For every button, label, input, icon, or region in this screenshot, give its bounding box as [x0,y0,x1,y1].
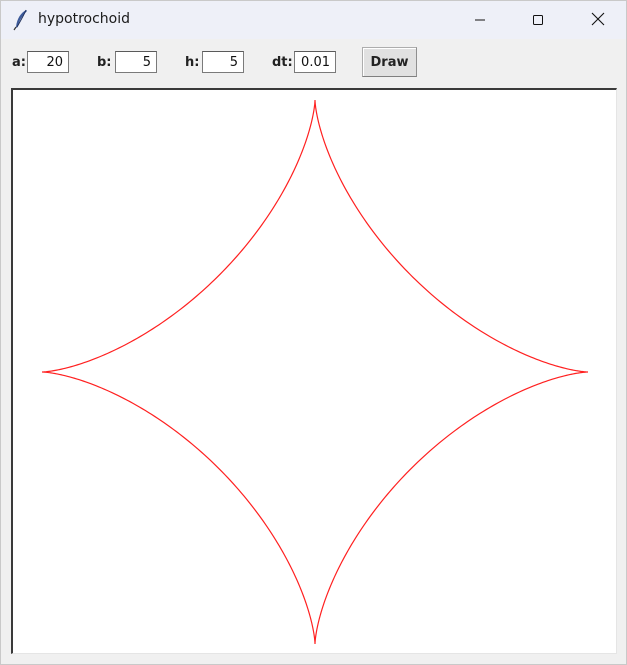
drawing-canvas[interactable] [11,88,617,654]
parameter-toolbar: a: b: h: dt: Draw [1,39,626,87]
h-input[interactable] [202,51,244,73]
window-title: hypotrochoid [38,11,131,27]
feather-icon [13,9,29,31]
hypotrochoid-curve [42,100,588,644]
b-label: b: [97,55,112,70]
title-bar[interactable]: hypotrochoid [1,1,626,39]
dt-label: dt: [272,55,293,70]
a-label: a: [12,55,26,70]
maximize-icon [532,11,544,30]
maximize-button[interactable] [509,1,567,39]
minimize-icon [474,11,486,30]
dt-input[interactable] [294,51,336,73]
close-button[interactable] [569,1,627,39]
a-input[interactable] [27,51,69,73]
draw-button[interactable]: Draw [362,47,417,77]
minimize-button[interactable] [451,1,509,39]
app-window: hypotrochoid a: b: h: dt: Draw [0,0,627,665]
h-label: h: [185,55,200,70]
b-input[interactable] [115,51,157,73]
canvas-svg [42,100,588,644]
close-icon [591,11,605,30]
